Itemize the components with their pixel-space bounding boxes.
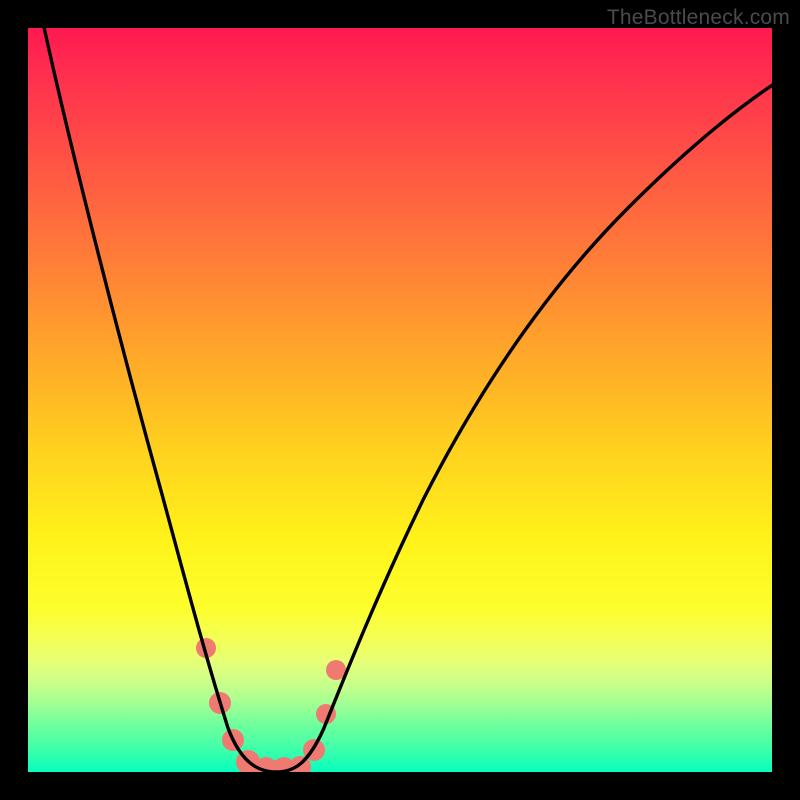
watermark-label: TheBottleneck.com (607, 6, 790, 30)
curve-layer (28, 28, 772, 772)
bottleneck-curve-path (42, 28, 772, 772)
chart-frame: TheBottleneck.com (0, 0, 800, 800)
plot-area (28, 28, 772, 772)
valley-markers (196, 638, 346, 772)
